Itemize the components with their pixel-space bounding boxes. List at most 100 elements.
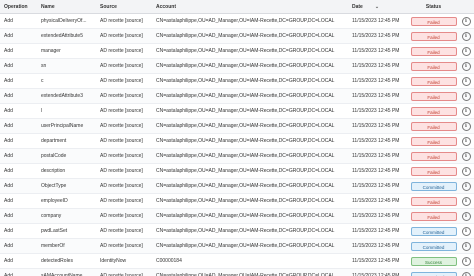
info-icon[interactable]: i (461, 91, 471, 101)
info-icon[interactable]: i (461, 16, 471, 26)
info-icon[interactable]: i (461, 46, 471, 56)
cell-name: company (41, 213, 62, 219)
cell-operation: Add (4, 93, 13, 99)
cell-source: AD recette [source] (100, 48, 143, 54)
info-icon[interactable]: i (461, 226, 471, 236)
cell-source: AD recette [source] (100, 123, 143, 129)
status-badge: Failed (410, 196, 457, 206)
cell-details: i (458, 226, 474, 236)
cell-source: AD recette [source] (100, 108, 143, 114)
table-body: Add physicalDeliveryOf... AD recette [sour… (0, 14, 474, 276)
info-icon[interactable]: i (461, 166, 471, 176)
table-row[interactable]: Add description AD recette [source] CN=asta… (0, 164, 474, 179)
cell-details: i (458, 271, 474, 276)
status-badge: Failed (410, 136, 457, 146)
status-badge: Failed (410, 16, 457, 26)
cell-source: AD recette [source] (100, 78, 143, 84)
cell-operation: Add (4, 18, 13, 24)
cell-status: Failed (409, 61, 458, 71)
status-badge: Committed (410, 241, 457, 251)
cell-name: extendedAttribute5 (41, 33, 83, 39)
cell-account: CN=astalaphilippe,OU=AD_Manager,OU=IAM-R… (156, 93, 335, 99)
cell-status: Failed (409, 91, 458, 101)
cell-details: i (458, 121, 474, 131)
info-icon[interactable]: i (461, 241, 471, 251)
table-row[interactable]: Add userPrincipalName AD recette [source] C… (0, 119, 474, 134)
status-badge: Failed (410, 76, 457, 86)
cell-status: Failed (409, 211, 458, 221)
cell-source: AD recette [source] (100, 153, 143, 159)
table-row[interactable]: Add postalCode AD recette [source] CN=astal… (0, 149, 474, 164)
info-icon[interactable]: i (461, 196, 471, 206)
table-row[interactable]: Add pwdLastSet AD recette [source] CN=astal… (0, 224, 474, 239)
cell-operation: Add (4, 213, 13, 219)
column-header-date[interactable]: Date ⌄ (348, 4, 409, 10)
column-header-account[interactable]: Account (152, 4, 348, 10)
cell-name: detectedRoles (41, 258, 73, 264)
cell-status: Failed (409, 106, 458, 116)
column-header-status[interactable]: Status (409, 4, 458, 10)
cell-date: 11/15/2023 12:45 PM (352, 18, 400, 24)
cell-operation: Add (4, 198, 13, 204)
info-icon[interactable]: i (461, 211, 471, 221)
status-badge: Failed (410, 121, 457, 131)
info-icon[interactable]: i (461, 121, 471, 131)
info-icon[interactable]: i (461, 271, 471, 276)
status-badge: Failed (410, 211, 457, 221)
column-header-name[interactable]: Name (37, 4, 96, 10)
cell-name: manager (41, 48, 61, 54)
cell-status: Failed (409, 121, 458, 131)
table-row[interactable]: Add extendedAttribute3 AD recette [source]… (0, 89, 474, 104)
table-row[interactable]: Add memberOf AD recette [source] CN=astalap… (0, 239, 474, 254)
cell-operation: Add (4, 123, 13, 129)
table-row[interactable]: Add employeeID AD recette [source] CN=astal… (0, 194, 474, 209)
table-row[interactable]: Add sAMAccountName AD recette [source] CN=a… (0, 269, 474, 276)
info-icon[interactable]: i (461, 181, 471, 191)
info-icon[interactable]: i (461, 106, 471, 116)
cell-name: userPrincipalName (41, 123, 84, 129)
cell-date: 11/15/2023 12:45 PM (352, 108, 400, 114)
cell-source: AD recette [source] (100, 168, 143, 174)
cell-name: l (41, 108, 43, 114)
info-icon[interactable]: i (461, 256, 471, 266)
column-header-source[interactable]: Source (96, 4, 152, 10)
cell-date: 11/15/2023 12:45 PM (352, 153, 400, 159)
table-row[interactable]: Add ObjectType AD recette [source] CN=astal… (0, 179, 474, 194)
cell-status: Failed (409, 31, 458, 41)
cell-account: CN=astalaphilippe,OU=AD_Manager,OU=IAM-R… (156, 213, 335, 219)
cell-status: Failed (409, 136, 458, 146)
table-row[interactable]: Add manager AD recette [source] CN=astalaph… (0, 44, 474, 59)
chevron-down-icon[interactable]: ⌄ (375, 4, 379, 10)
cell-date: 11/15/2023 12:45 PM (352, 78, 400, 84)
table-row[interactable]: Add physicalDeliveryOf... AD recette [sour… (0, 14, 474, 29)
column-header-date-label: Date (352, 3, 363, 10)
cell-details: i (458, 76, 474, 86)
cell-account: CN=astalaphilippe,OU=AD_Manager,OU=IAM-R… (156, 228, 335, 234)
cell-source: AD recette [source] (100, 138, 143, 144)
table-row[interactable]: Add detectedRoles IdentityNow C00000184 11/1… (0, 254, 474, 269)
cell-status: Committed (409, 181, 458, 191)
cell-name: sn (41, 63, 47, 69)
cell-account: CN=astalaphilippe,OU=AD_Manager,OU=IAM-R… (156, 198, 335, 204)
cell-date: 11/15/2023 12:45 PM (352, 93, 400, 99)
cell-status: Failed (409, 76, 458, 86)
status-badge: Committed (410, 181, 457, 191)
table-row[interactable]: Add company AD recette [source] CN=astalaph… (0, 209, 474, 224)
table-row[interactable]: Add department AD recette [source] CN=astal… (0, 134, 474, 149)
table-row[interactable]: Add l AD recette [source] CN=astalaphilippe… (0, 104, 474, 119)
cell-account: CN=astalaphilippe,OU=AD_Manager,OU=IAM-R… (156, 123, 335, 129)
cell-source: AD recette [source] (100, 198, 143, 204)
cell-details: i (458, 196, 474, 206)
cell-date: 11/15/2023 12:45 PM (352, 198, 400, 204)
info-icon[interactable]: i (461, 31, 471, 41)
status-badge: Failed (410, 31, 457, 41)
status-badge: Failed (410, 166, 457, 176)
table-row[interactable]: Add extendedAttribute5 AD recette [source]… (0, 29, 474, 44)
info-icon[interactable]: i (461, 136, 471, 146)
column-header-operation[interactable]: Operation (0, 4, 37, 10)
info-icon[interactable]: i (461, 61, 471, 71)
table-row[interactable]: Add c AD recette [source] CN=astalaphilippe… (0, 74, 474, 89)
table-row[interactable]: Add sn AD recette [source] CN=astalaphilipp… (0, 59, 474, 74)
info-icon[interactable]: i (461, 151, 471, 161)
info-icon[interactable]: i (461, 76, 471, 86)
